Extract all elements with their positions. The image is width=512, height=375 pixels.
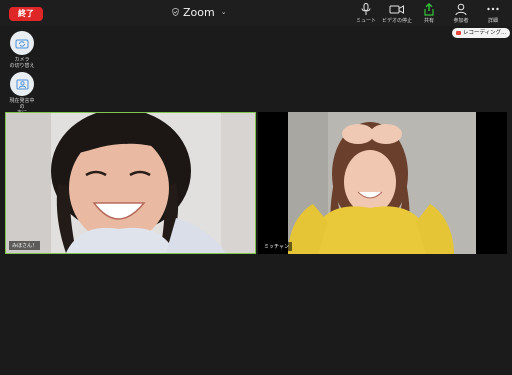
speaker-view-icon — [16, 79, 28, 89]
shield-check-icon — [172, 8, 179, 16]
camera-switch-icon — [15, 39, 29, 48]
meeting-title: Zoom — [183, 5, 215, 19]
participant-video-feed — [258, 112, 507, 254]
end-meeting-button[interactable]: 終了 — [9, 7, 43, 21]
meeting-title-dropdown[interactable]: Zoom ⌄ — [172, 5, 227, 19]
participant-name-tag: みほさん！ — [9, 241, 41, 250]
microphone-icon — [361, 3, 371, 15]
participants-label: 参加者 — [453, 18, 469, 24]
participants-icon — [455, 3, 467, 16]
stop-video-label: ビデオの停止 — [381, 18, 412, 24]
switch-view-circle — [10, 72, 34, 96]
share-icon — [424, 3, 434, 16]
recording-label: レコーディング... — [463, 30, 507, 36]
more-label: 詳細 — [487, 18, 498, 24]
video-camera-icon — [389, 5, 404, 14]
more-icon — [487, 7, 499, 11]
switch-camera-circle — [10, 31, 34, 55]
switch-camera-button[interactable]: カメラ の切り替え — [8, 31, 36, 69]
video-tile-participant-1[interactable]: みほさん！ — [5, 112, 256, 254]
share-label: 共有 — [423, 18, 434, 24]
share-button[interactable]: 共有 — [411, 3, 447, 24]
participants-button[interactable]: 参加者 — [443, 3, 479, 24]
meeting-toolbar: 終了 Zoom ⌄ ミュート ビデオの停止 共有 参加者 詳細 — [0, 0, 512, 26]
cloud-recording-icon — [456, 31, 461, 35]
stop-video-button[interactable]: ビデオの停止 — [379, 3, 415, 24]
participant-video-feed — [6, 113, 255, 253]
recording-indicator[interactable]: レコーディング... — [452, 28, 510, 38]
more-button[interactable]: 詳細 — [475, 3, 511, 24]
video-tile-participant-2[interactable]: ミッチャン — [258, 112, 507, 254]
switch-camera-label: カメラ の切り替え — [9, 57, 35, 69]
chevron-down-icon: ⌄ — [220, 8, 227, 16]
participant-name-tag: ミッチャン — [261, 242, 292, 251]
